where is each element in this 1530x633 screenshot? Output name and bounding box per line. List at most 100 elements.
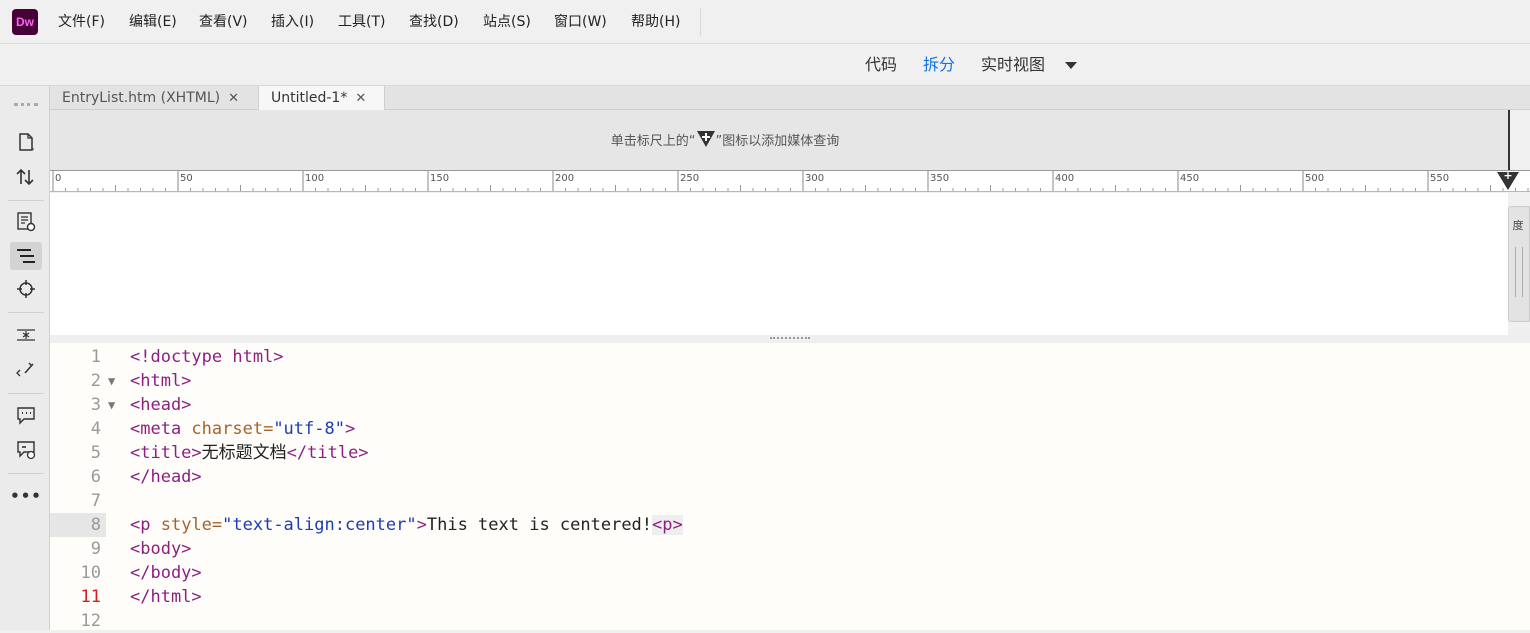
code-text: <html> <box>130 369 191 393</box>
live-view-button[interactable]: 实时视图 <box>981 44 1045 86</box>
media-query-hint: 单击标尺上的“ ”图标以添加媒体查询 <box>50 130 1400 149</box>
line-number: 2 <box>90 371 101 391</box>
document-tab-bar: EntryList.htm (XHTML) ✕ Untitled-1* ✕ <box>50 86 1530 110</box>
code-token: charset= <box>191 419 274 439</box>
more-icon[interactable]: ••• <box>10 482 42 510</box>
code-token: <html> <box>130 371 192 391</box>
menu-edit[interactable]: 编辑(E) <box>129 0 177 44</box>
side-panel-label: 度 <box>1512 219 1524 232</box>
line-number: 7 <box>90 491 101 511</box>
ruler-label: 150 <box>430 173 449 184</box>
code-text: </body> <box>130 561 202 585</box>
tab-label: EntryList.htm (XHTML) <box>62 90 221 106</box>
menu-site[interactable]: 站点(S) <box>483 0 531 44</box>
collapsed-side-panel[interactable]: 度 <box>1508 206 1530 322</box>
tab-entrylist[interactable]: EntryList.htm (XHTML) ✕ <box>50 86 258 110</box>
split-divider[interactable] <box>50 335 1530 343</box>
ruler-label: 250 <box>680 173 699 184</box>
comment-settings-icon[interactable] <box>10 436 42 464</box>
code-token: </body> <box>130 563 202 583</box>
target-icon[interactable] <box>10 275 42 303</box>
code-line[interactable]: 11 </html> <box>50 585 1530 609</box>
code-token: This text is centered! <box>426 515 653 535</box>
design-view[interactable] <box>50 193 1508 335</box>
code-token: </title> <box>286 443 369 463</box>
media-query-hint-after: ”图标以添加媒体查询 <box>715 134 840 149</box>
code-line[interactable]: 3 ▼ <head> <box>50 393 1530 417</box>
dom-structure-icon[interactable] <box>10 242 42 270</box>
toolbar-divider <box>8 393 44 394</box>
code-format-icon[interactable] <box>10 356 42 384</box>
code-line[interactable]: 10 </body> <box>50 561 1530 585</box>
line-number: 10 <box>80 563 101 583</box>
add-media-query-icon <box>696 131 715 147</box>
code-line[interactable]: 4 <meta charset="utf-8"> <box>50 417 1530 441</box>
ruler-label: 200 <box>555 173 574 184</box>
menu-view[interactable]: 查看(V) <box>199 0 248 44</box>
menu-insert[interactable]: 插入(I) <box>271 0 314 44</box>
menu-window[interactable]: 窗口(W) <box>554 0 607 44</box>
toolbar-divider <box>8 473 44 474</box>
code-text: <p style="text-align:center">This text i… <box>130 513 683 537</box>
view-dropdown-icon[interactable] <box>1065 62 1077 69</box>
new-file-icon[interactable] <box>10 128 42 156</box>
media-query-bar[interactable]: 单击标尺上的“ ”图标以添加媒体查询 <box>50 110 1510 170</box>
code-token: <!doctype html> <box>130 347 284 367</box>
ruler-label: 350 <box>930 173 949 184</box>
code-token: <body> <box>130 539 192 559</box>
code-token: </html> <box>130 587 202 607</box>
expand-icon[interactable] <box>10 321 42 349</box>
ruler-label: 500 <box>1305 173 1324 184</box>
fold-arrow-icon[interactable]: ▼ <box>108 369 115 393</box>
dreamweaver-logo: Dw <box>12 9 38 35</box>
code-line[interactable]: 6 </head> <box>50 465 1530 489</box>
ruler-label: 0 <box>55 173 61 184</box>
menu-find[interactable]: 查找(D) <box>409 0 459 44</box>
code-token: style= <box>160 515 223 535</box>
ruler-ticks: 0501001502002503003504004505005506006507… <box>52 171 1529 191</box>
line-number: 4 <box>90 419 101 439</box>
code-text: <head> <box>130 393 191 417</box>
code-text: <body> <box>130 537 191 561</box>
code-token: <title> <box>130 443 202 463</box>
tab-untitled-1[interactable]: Untitled-1* ✕ <box>258 86 385 110</box>
code-token: 无标题文档 <box>201 443 287 463</box>
code-line[interactable]: 7 <box>50 489 1530 513</box>
file-transfer-icon[interactable] <box>10 163 42 191</box>
menu-tools[interactable]: 工具(T) <box>338 0 385 44</box>
fold-arrow-icon[interactable]: ▼ <box>108 393 115 417</box>
split-view-button[interactable]: 拆分 <box>923 44 955 86</box>
code-view[interactable]: 1 <!doctype html> 2 ▼ <html> 3 ▼ <head> 4 <meta c… <box>50 343 1530 633</box>
toolbar-divider <box>8 312 44 313</box>
menu-bar: Dw 文件(F) 编辑(E) 查看(V) 插入(I) 工具(T) 查找(D) 站… <box>0 0 1530 44</box>
close-icon[interactable]: ✕ <box>355 91 366 106</box>
plus-icon: + <box>1503 169 1513 182</box>
code-line[interactable]: 9 <body> <box>50 537 1530 561</box>
line-number: 1 <box>90 347 101 367</box>
horizontal-ruler[interactable]: 0501001502002503003504004505005506006507… <box>50 170 1530 192</box>
code-token: <p> <box>652 515 683 535</box>
code-line[interactable]: 8 <p style="text-align:center">This text … <box>50 513 1530 537</box>
code-text: </head> <box>130 465 202 489</box>
code-token: > <box>344 419 356 439</box>
code-view-button[interactable]: 代码 <box>865 44 897 86</box>
comment-icon[interactable] <box>10 402 42 430</box>
close-icon[interactable]: ✕ <box>228 91 239 106</box>
code-line[interactable]: 2 ▼ <html> <box>50 369 1530 393</box>
inspect-icon[interactable] <box>10 208 42 236</box>
code-line[interactable]: 1 <!doctype html> <box>50 345 1530 369</box>
ruler-label: 550 <box>1430 173 1449 184</box>
code-text: <!doctype html> <box>130 345 284 369</box>
code-text: </html> <box>130 585 202 609</box>
code-line[interactable]: 12 <box>50 609 1530 633</box>
line-number: 3 <box>90 395 101 415</box>
menu-file[interactable]: 文件(F) <box>58 0 105 44</box>
code-text: <meta charset="utf-8"> <box>130 417 355 441</box>
code-line[interactable]: 5 <title>无标题文档</title> <box>50 441 1530 465</box>
menu-help[interactable]: 帮助(H) <box>631 0 680 44</box>
ruler-label: 400 <box>1055 173 1074 184</box>
toolbar-divider <box>8 200 44 201</box>
line-number: 12 <box>80 611 101 631</box>
code-text: <title>无标题文档</title> <box>130 441 369 465</box>
toolbar-grip[interactable] <box>14 103 38 108</box>
